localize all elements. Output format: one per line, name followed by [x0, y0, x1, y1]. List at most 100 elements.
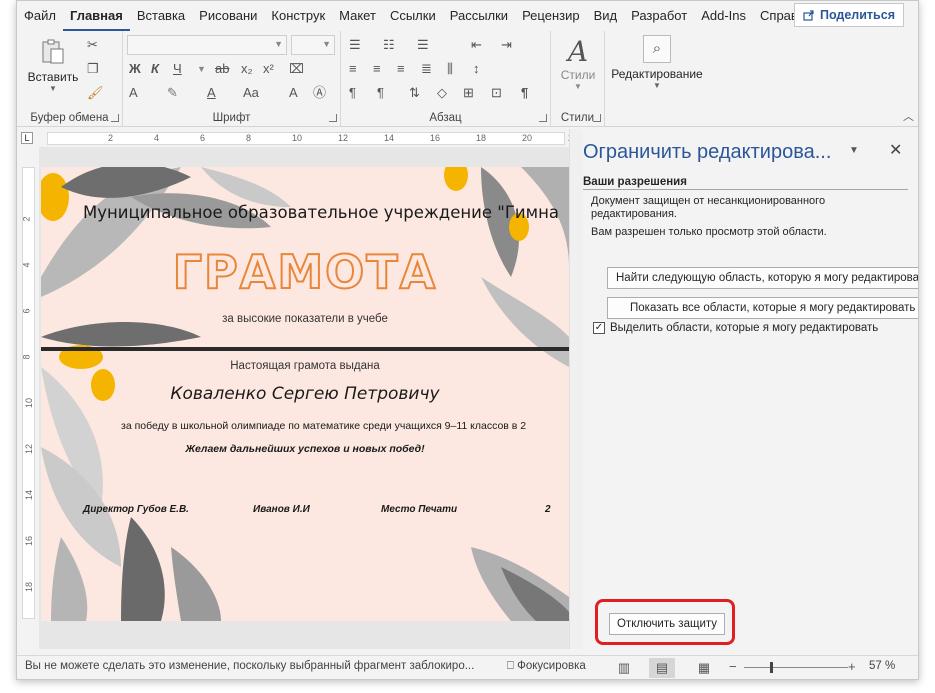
superscript-button[interactable]: x² [263, 61, 274, 77]
bold-button[interactable]: Ж [129, 61, 141, 77]
focus-mode-button[interactable]: ⎕ Фокусировка [507, 660, 586, 673]
read-mode-icon[interactable]: ▥ [611, 658, 637, 678]
tab-5[interactable]: Макет [332, 1, 383, 31]
chevron-down-icon: ▼ [49, 84, 57, 93]
subscript-button[interactable]: x₂ [241, 61, 253, 77]
dialog-launcher-icon[interactable] [329, 114, 337, 122]
char-shading-icon[interactable]: A [289, 85, 298, 101]
pane-title: Ограничить редактирова... [583, 141, 832, 163]
clear-format-icon[interactable]: ⌧ [289, 61, 304, 77]
editing-button[interactable]: ⌕ Редактирование ▼ [609, 35, 705, 90]
align-center-icon[interactable]: ≡ [373, 61, 381, 77]
asian-layout-icon[interactable]: ⊡ [491, 85, 502, 101]
signature-director: Директор Губов Е.В. [83, 504, 189, 515]
certificate-title: ГРАМОТА [172, 244, 438, 300]
horizontal-ruler[interactable]: L 246810121416182022 [17, 129, 578, 147]
zoom-slider[interactable] [744, 667, 848, 668]
change-case-button[interactable]: Aa [243, 85, 259, 101]
styles-icon: A [567, 35, 589, 68]
styles-group: A Стили ▼ Стили [551, 31, 605, 127]
dialog-launcher-icon[interactable] [539, 114, 547, 122]
share-label: Поделиться [819, 8, 895, 22]
vertical-ruler[interactable]: 2 4 6 8 10 12 14 16 18 [19, 149, 37, 619]
tab-11[interactable]: Add-Ins [694, 1, 753, 31]
columns-icon[interactable]: ⫼ [447, 61, 453, 77]
styles-button[interactable]: A Стили ▼ [555, 35, 601, 91]
italic-button[interactable]: К [151, 61, 159, 77]
tab-1[interactable]: Главная [62, 1, 130, 31]
show-marks-button[interactable]: ¶ [521, 85, 528, 101]
highlight-checkbox[interactable]: ✓ [593, 322, 605, 334]
vruler-tick-label: 14 [24, 489, 35, 501]
zoom-out-button[interactable]: − [729, 659, 737, 674]
certificate-page[interactable]: Муниципальное образовательное учреждение… [41, 167, 569, 621]
multilevel-list-icon[interactable]: ☰ [417, 37, 429, 53]
ruler-tick-label: 8 [246, 133, 252, 143]
web-layout-icon[interactable]: ▦ [691, 658, 717, 678]
zoom-in-button[interactable]: + [848, 659, 856, 674]
font-color-icon[interactable]: A [207, 85, 216, 101]
rtl-icon[interactable]: ¶ [377, 85, 384, 101]
status-bar: Вы не можете сделать это изменение, поск… [17, 655, 918, 679]
dialog-launcher-icon[interactable] [593, 114, 601, 122]
cut-icon[interactable]: ✂ [87, 37, 98, 53]
bullets-icon[interactable]: ☰ [349, 37, 361, 53]
line-spacing-icon[interactable]: ↕ [473, 61, 480, 77]
tab-6[interactable]: Ссылки [383, 1, 443, 31]
highlight-regions-row[interactable]: ✓ Выделить области, которые я могу редак… [593, 322, 878, 334]
focus-label: Фокусировка [517, 660, 586, 672]
font-group-label: Шрифт [212, 112, 251, 124]
ltr-icon[interactable]: ¶ [349, 85, 356, 101]
underline-button[interactable]: Ч [173, 61, 182, 77]
highlight-icon[interactable]: ✎ [167, 85, 178, 101]
tab-0[interactable]: Файл [17, 1, 63, 31]
print-layout-icon[interactable]: ▤ [649, 658, 675, 678]
align-left-icon[interactable]: ≡ [349, 61, 357, 77]
view-only-text: Вам разрешен только просмотр этой област… [591, 226, 827, 238]
tab-3[interactable]: Рисовани [192, 1, 264, 31]
tab-selector-icon[interactable]: L [21, 132, 33, 144]
tab-9[interactable]: Вид [587, 1, 625, 31]
document-scrollbar[interactable] [569, 129, 583, 649]
tab-7[interactable]: Рассылки [443, 1, 515, 31]
pane-options-icon[interactable]: ▼ [849, 145, 859, 156]
tab-4[interactable]: Конструк [264, 1, 332, 31]
document-area[interactable]: Муниципальное образовательное учреждение… [39, 147, 569, 649]
zoom-slider-thumb[interactable] [770, 662, 773, 673]
align-right-icon[interactable]: ≡ [397, 61, 405, 77]
share-button[interactable]: Поделиться [793, 3, 904, 27]
strikethrough-button[interactable]: ab [215, 61, 229, 77]
highlight-label: Выделить области, которые я могу редакти… [610, 322, 879, 334]
borders-icon[interactable]: ⊞ [463, 85, 474, 101]
find-next-region-button[interactable]: Найти следующую область, которую я могу … [607, 267, 918, 289]
vruler-tick-label: 2 [21, 216, 32, 222]
vruler-tick-label: 18 [24, 581, 35, 593]
signature-stamp: Место Печати [381, 504, 458, 515]
shading-icon[interactable]: ◇ [437, 85, 447, 101]
close-icon[interactable]: ✕ [889, 140, 902, 160]
paste-button[interactable]: Вставить ▼ [27, 35, 79, 97]
numbering-icon[interactable]: ☷ [383, 37, 395, 53]
chevron-down-icon[interactable]: ▼ [197, 61, 206, 77]
dialog-launcher-icon[interactable] [111, 114, 119, 122]
zoom-level[interactable]: 57 % [869, 660, 895, 672]
clipboard-group-label: Буфер обмена [30, 112, 109, 124]
copy-icon[interactable]: ❐ [87, 61, 99, 77]
decrease-indent-icon[interactable]: ⇤ [471, 37, 482, 53]
font-name-combo[interactable]: ▼ [127, 35, 287, 55]
format-painter-icon[interactable]: 🖌 [87, 85, 104, 101]
collapse-ribbon-icon[interactable]: ︿ [903, 108, 914, 124]
tab-10[interactable]: Разработ [624, 1, 694, 31]
stop-protection-button[interactable]: Отключить защиту [609, 613, 725, 635]
show-all-regions-button[interactable]: Показать все области, которые я могу ред… [607, 297, 918, 319]
text-effects-button[interactable]: A [129, 85, 138, 101]
font-size-combo[interactable]: ▼ [291, 35, 335, 55]
tab-2[interactable]: Вставка [130, 1, 192, 31]
tab-8[interactable]: Рецензир [515, 1, 587, 31]
justify-icon[interactable]: ≣ [421, 61, 432, 77]
certificate-organization: Муниципальное образовательное учреждение… [83, 203, 559, 222]
sort-icon[interactable]: ⇅ [409, 85, 420, 101]
increase-indent-icon[interactable]: ⇥ [501, 37, 512, 53]
enclose-char-icon[interactable]: Ⓐ [313, 85, 326, 101]
certificate-issued: Настоящая грамота выдана [230, 360, 380, 372]
